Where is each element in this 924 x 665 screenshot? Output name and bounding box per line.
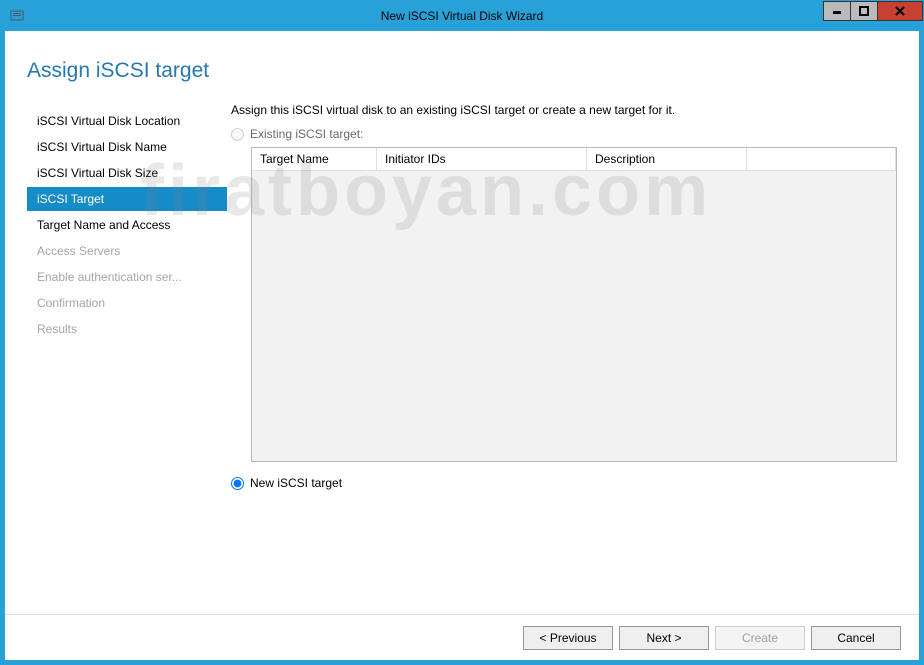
next-button[interactable]: Next > <box>619 626 709 650</box>
close-button[interactable] <box>877 1 923 21</box>
column-initiator-ids: Initiator IDs <box>377 148 587 170</box>
column-target-name: Target Name <box>252 148 377 170</box>
create-button: Create <box>715 626 805 650</box>
main-panel: Assign this iSCSI virtual disk to an exi… <box>227 103 897 614</box>
radio-existing-target-row: Existing iSCSI target: <box>231 127 897 141</box>
sidebar-item-confirmation: Confirmation <box>27 291 227 315</box>
sidebar-item-iscsi-target[interactable]: iSCSI Target <box>27 187 227 211</box>
existing-targets-table: Target Name Initiator IDs Description <box>251 147 897 462</box>
titlebar: New iSCSI Virtual Disk Wizard <box>1 1 923 31</box>
maximize-button[interactable] <box>850 1 878 21</box>
window-title: New iSCSI Virtual Disk Wizard <box>1 9 923 23</box>
wizard-window: New iSCSI Virtual Disk Wizard Assign iSC… <box>0 0 924 665</box>
column-description: Description <box>587 148 747 170</box>
sidebar-item-access-servers: Access Servers <box>27 239 227 263</box>
page-header: Assign iSCSI target <box>5 31 919 103</box>
minimize-button[interactable] <box>823 1 851 21</box>
sidebar-item-disk-location[interactable]: iSCSI Virtual Disk Location <box>27 109 227 133</box>
app-icon <box>9 8 25 24</box>
page-title: Assign iSCSI target <box>27 59 897 83</box>
wizard-steps-sidebar: iSCSI Virtual Disk Location iSCSI Virtua… <box>27 103 227 614</box>
sidebar-item-disk-name[interactable]: iSCSI Virtual Disk Name <box>27 135 227 159</box>
sidebar-item-results: Results <box>27 317 227 341</box>
content-chrome: Assign iSCSI target iSCSI Virtual Disk L… <box>1 31 923 664</box>
sidebar-item-enable-auth: Enable authentication ser... <box>27 265 227 289</box>
instruction-text: Assign this iSCSI virtual disk to an exi… <box>231 103 897 117</box>
radio-new-target[interactable] <box>231 477 244 490</box>
radio-new-target-row[interactable]: New iSCSI target <box>231 476 897 490</box>
sidebar-item-disk-size[interactable]: iSCSI Virtual Disk Size <box>27 161 227 185</box>
radio-new-target-label[interactable]: New iSCSI target <box>250 476 342 490</box>
content-area: Assign iSCSI target iSCSI Virtual Disk L… <box>5 31 919 660</box>
radio-existing-target-label: Existing iSCSI target: <box>250 127 363 141</box>
cancel-button[interactable]: Cancel <box>811 626 901 650</box>
wizard-footer: < Previous Next > Create Cancel <box>5 614 919 660</box>
window-controls <box>824 1 923 21</box>
radio-existing-target <box>231 128 244 141</box>
column-spacer <box>747 148 896 170</box>
previous-button[interactable]: < Previous <box>523 626 613 650</box>
sidebar-item-target-name[interactable]: Target Name and Access <box>27 213 227 237</box>
body-row: iSCSI Virtual Disk Location iSCSI Virtua… <box>5 103 919 614</box>
table-header: Target Name Initiator IDs Description <box>252 148 896 171</box>
